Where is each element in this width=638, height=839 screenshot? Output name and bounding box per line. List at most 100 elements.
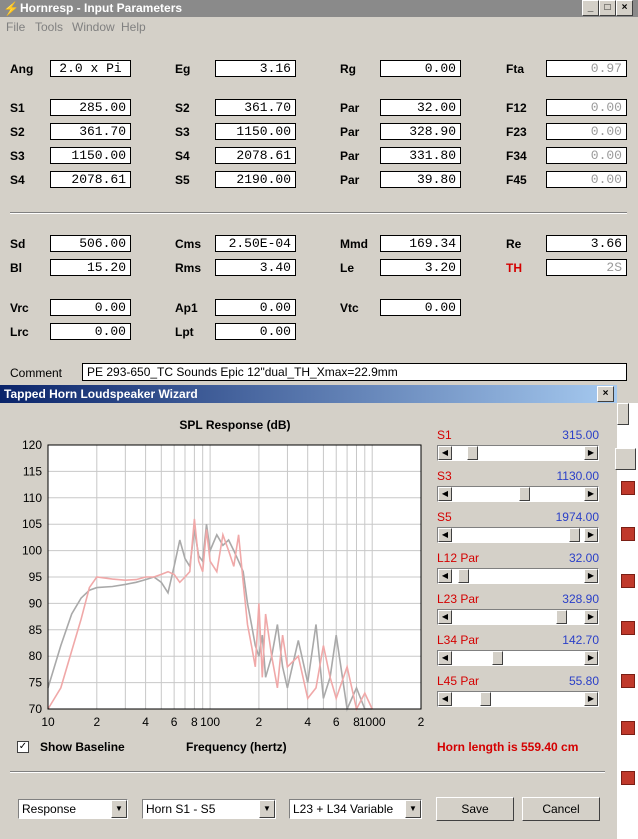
slider-thumb[interactable] bbox=[569, 528, 581, 542]
slider-label: L45 Par bbox=[437, 674, 480, 688]
x-tick-label: 4 bbox=[142, 715, 149, 729]
slider-track[interactable]: ◀ ▶ bbox=[437, 445, 599, 461]
param-field-cms[interactable]: 2.50E-04 bbox=[215, 235, 296, 252]
x-tick-label: 8 bbox=[191, 715, 198, 729]
slider-thumb[interactable] bbox=[491, 651, 503, 665]
param-field-s2[interactable]: 361.70 bbox=[50, 123, 131, 140]
param-field-ang[interactable]: 2.0 x Pi bbox=[50, 60, 131, 77]
save-button[interactable]: Save bbox=[436, 797, 514, 821]
param-field-eg[interactable]: 3.16 bbox=[215, 60, 296, 77]
param-field-par[interactable]: 331.80 bbox=[380, 147, 461, 164]
menu-tools[interactable]: Tools bbox=[35, 20, 63, 34]
param-field-s3[interactable]: 1150.00 bbox=[215, 123, 296, 140]
slider-thumb[interactable] bbox=[479, 692, 491, 706]
param-field-lpt[interactable]: 0.00 bbox=[215, 323, 296, 340]
arrow-right-icon[interactable]: ▶ bbox=[584, 528, 598, 542]
menu-help[interactable]: Help bbox=[121, 20, 146, 34]
scroll-button[interactable] bbox=[617, 403, 629, 425]
chevron-down-icon[interactable]: ▼ bbox=[259, 800, 275, 818]
arrow-left-icon[interactable]: ◀ bbox=[438, 487, 452, 501]
response-combo-value: Response bbox=[22, 802, 77, 816]
maximize-button[interactable]: □ bbox=[599, 0, 616, 16]
arrow-right-icon[interactable]: ▶ bbox=[584, 487, 598, 501]
cancel-button[interactable]: Cancel bbox=[522, 797, 600, 821]
comment-input[interactable]: PE 293-650_TC Sounds Epic 12"dual_TH_Xma… bbox=[82, 363, 627, 381]
dialog-close-button[interactable]: × bbox=[597, 386, 614, 402]
param-field-s5[interactable]: 2190.00 bbox=[215, 171, 296, 188]
menu-file[interactable]: File bbox=[6, 20, 25, 34]
variable-combo[interactable]: L23 + L34 Variable ▼ bbox=[289, 799, 422, 819]
slider-thumb[interactable] bbox=[466, 446, 478, 460]
param-field-fta[interactable]: 0.97 bbox=[546, 60, 627, 77]
slider-thumb[interactable] bbox=[458, 569, 470, 583]
param-field-ap1[interactable]: 0.00 bbox=[215, 299, 296, 316]
param-field-sd[interactable]: 506.00 bbox=[50, 235, 131, 252]
show-baseline-checkbox[interactable]: ✓ bbox=[17, 741, 29, 753]
param-field-f34[interactable]: 0.00 bbox=[546, 147, 627, 164]
arrow-left-icon[interactable]: ◀ bbox=[438, 528, 452, 542]
param-field-par[interactable]: 39.80 bbox=[380, 171, 461, 188]
arrow-left-icon[interactable]: ◀ bbox=[438, 569, 452, 583]
slider-track[interactable]: ◀ ▶ bbox=[437, 691, 599, 707]
param-field-f12[interactable]: 0.00 bbox=[546, 99, 627, 116]
param-field-s4[interactable]: 2078.61 bbox=[215, 147, 296, 164]
slider-thumb[interactable] bbox=[518, 487, 530, 501]
param-field-bl[interactable]: 15.20 bbox=[50, 259, 131, 276]
param-label-lpt: Lpt bbox=[175, 325, 194, 339]
param-field-vtc[interactable]: 0.00 bbox=[380, 299, 461, 316]
arrow-left-icon[interactable]: ◀ bbox=[438, 651, 452, 665]
param-label-s4: S4 bbox=[175, 149, 190, 163]
horn-combo[interactable]: Horn S1 - S5 ▼ bbox=[142, 799, 276, 819]
param-label-sd: Sd bbox=[10, 237, 26, 251]
arrow-right-icon[interactable]: ▶ bbox=[584, 651, 598, 665]
dialog-title-bar[interactable]: Tapped Horn Loudspeaker Wizard × bbox=[0, 385, 617, 403]
param-field-rms[interactable]: 3.40 bbox=[215, 259, 296, 276]
arrow-right-icon[interactable]: ▶ bbox=[584, 446, 598, 460]
param-field-f45[interactable]: 0.00 bbox=[546, 171, 627, 188]
param-field-le[interactable]: 3.20 bbox=[380, 259, 461, 276]
slider-thumb[interactable] bbox=[556, 610, 568, 624]
y-tick-label: 85 bbox=[29, 623, 43, 637]
param-field-s3[interactable]: 1150.00 bbox=[50, 147, 131, 164]
param-field-par[interactable]: 32.00 bbox=[380, 99, 461, 116]
separator bbox=[10, 212, 627, 214]
slider-label: L12 Par bbox=[437, 551, 480, 565]
arrow-right-icon[interactable]: ▶ bbox=[584, 569, 598, 583]
slider-track[interactable]: ◀ ▶ bbox=[437, 609, 599, 625]
x-tick-label: 2 bbox=[418, 715, 425, 729]
param-label-vtc: Vtc bbox=[340, 301, 359, 315]
chevron-down-icon[interactable]: ▼ bbox=[405, 800, 421, 818]
param-field-s1[interactable]: 285.00 bbox=[50, 99, 131, 116]
param-field-re[interactable]: 3.66 bbox=[546, 235, 627, 252]
arrow-left-icon[interactable]: ◀ bbox=[438, 610, 452, 624]
close-button[interactable]: × bbox=[616, 0, 633, 16]
param-field-f23[interactable]: 0.00 bbox=[546, 123, 627, 140]
param-field-rg[interactable]: 0.00 bbox=[380, 60, 461, 77]
minimize-button[interactable]: _ bbox=[582, 0, 599, 16]
arrow-left-icon[interactable]: ◀ bbox=[438, 692, 452, 706]
param-label-par: Par bbox=[340, 101, 360, 115]
slider-track[interactable]: ◀ ▶ bbox=[437, 527, 599, 543]
y-tick-label: 115 bbox=[23, 464, 42, 478]
arrow-right-icon[interactable]: ▶ bbox=[584, 692, 598, 706]
side-panel-button[interactable] bbox=[615, 448, 636, 470]
param-field-lrc[interactable]: 0.00 bbox=[50, 323, 131, 340]
slider-track[interactable]: ◀ ▶ bbox=[437, 650, 599, 666]
slider-track[interactable]: ◀ ▶ bbox=[437, 568, 599, 584]
param-field-s4[interactable]: 2078.61 bbox=[50, 171, 131, 188]
chevron-down-icon[interactable]: ▼ bbox=[111, 800, 127, 818]
arrow-right-icon[interactable]: ▶ bbox=[584, 610, 598, 624]
y-tick-label: 110 bbox=[23, 491, 42, 505]
param-field-s2[interactable]: 361.70 bbox=[215, 99, 296, 116]
param-field-mmd[interactable]: 169.34 bbox=[380, 235, 461, 252]
slider-track[interactable]: ◀ ▶ bbox=[437, 486, 599, 502]
arrow-left-icon[interactable]: ◀ bbox=[438, 446, 452, 460]
slider-value: 32.00 bbox=[568, 551, 599, 565]
title-bar[interactable]: ⚡ Hornresp - Input Parameters _ □ × bbox=[0, 0, 638, 17]
param-field-vrc[interactable]: 0.00 bbox=[50, 299, 131, 316]
param-label-s4: S4 bbox=[10, 173, 25, 187]
param-field-par[interactable]: 328.90 bbox=[380, 123, 461, 140]
param-field-th[interactable]: 2S bbox=[546, 259, 627, 276]
response-combo[interactable]: Response ▼ bbox=[18, 799, 128, 819]
menu-window[interactable]: Window bbox=[72, 20, 115, 34]
